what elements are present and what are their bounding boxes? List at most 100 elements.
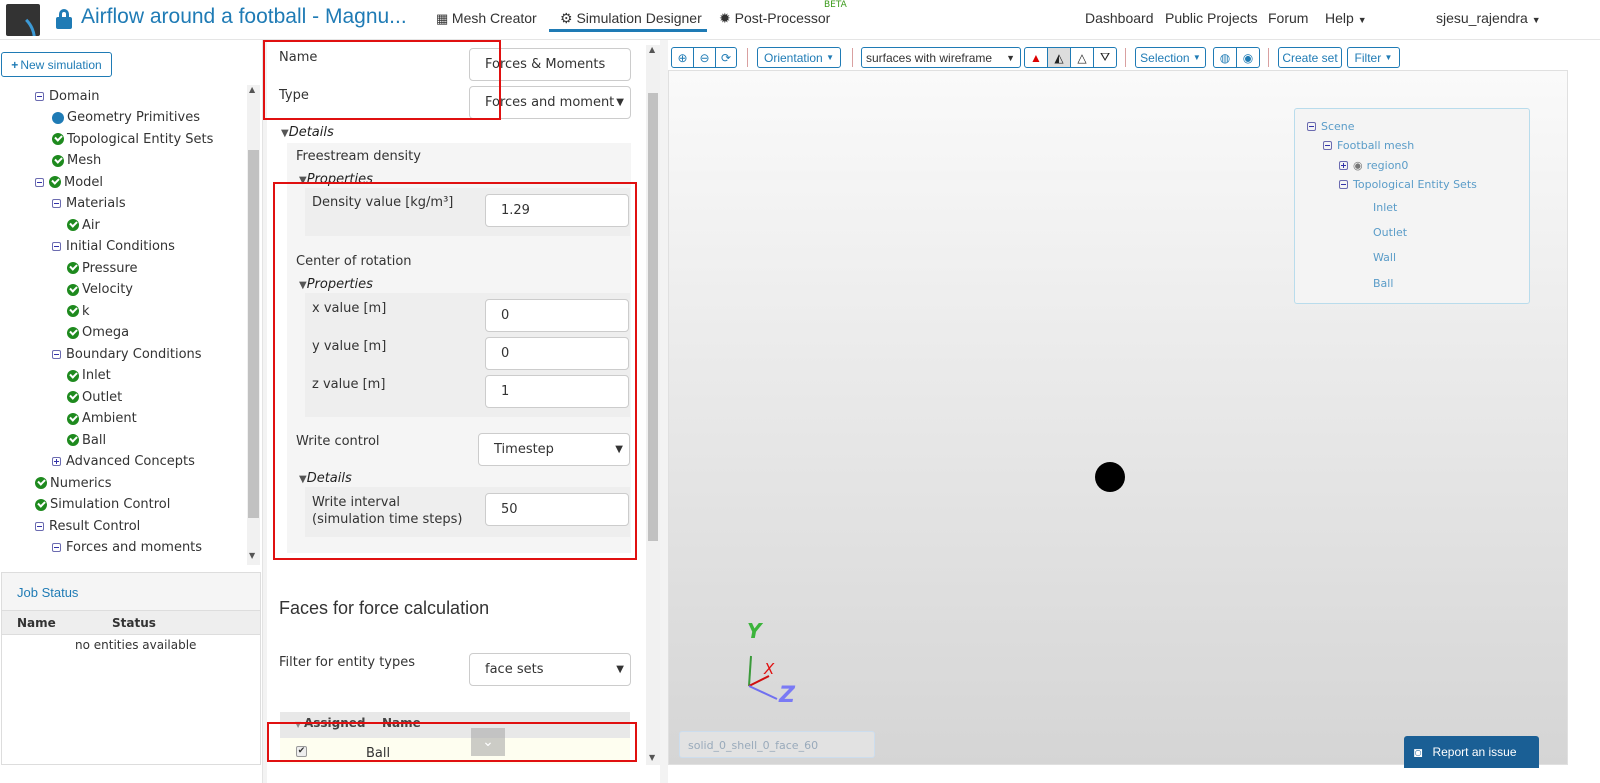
scene-region[interactable]: ◉ region0: [1339, 159, 1408, 172]
scene-set-item[interactable]: Wall: [1373, 251, 1396, 264]
tree-item[interactable]: Inlet: [67, 366, 111, 386]
tree-item[interactable]: Result Control: [35, 516, 140, 536]
football-mesh[interactable]: [1095, 462, 1125, 492]
collapse-icon[interactable]: [35, 521, 44, 531]
hide-icon[interactable]: ◍: [1213, 47, 1237, 68]
tree-item[interactable]: Pressure: [67, 258, 138, 278]
scroll-down-icon[interactable]: ▼: [249, 551, 255, 560]
caret-down-icon: ▼: [1006, 52, 1015, 63]
details-toggle[interactable]: ▼Details: [281, 125, 334, 140]
tree-item[interactable]: Model: [35, 172, 103, 192]
new-simulation-button[interactable]: + New simulation: [1, 52, 112, 77]
scroll-up-icon[interactable]: ▲: [249, 85, 255, 94]
scroll-up-icon[interactable]: ▲: [649, 45, 655, 54]
check-circle-icon: [67, 326, 79, 339]
collapse-icon[interactable]: [52, 543, 61, 552]
filter-select[interactable]: face sets: [469, 653, 631, 686]
selection-dropdown[interactable]: Selection ▼: [1135, 47, 1206, 68]
tree-item[interactable]: Omega: [67, 323, 129, 343]
zoom-in-icon[interactable]: ⊕: [671, 47, 694, 68]
nav-simulation-designer[interactable]: ⚙ Simulation Designer: [560, 10, 702, 27]
filter-dropdown[interactable]: Filter ▼: [1347, 47, 1400, 68]
scene-entity-sets[interactable]: Topological Entity Sets: [1339, 178, 1477, 191]
tree-item-label: Result Control: [49, 518, 141, 534]
render-mode-select[interactable]: surfaces with wireframe ▼: [861, 47, 1021, 68]
collapse-icon[interactable]: [52, 242, 61, 251]
app-logo[interactable]: [6, 4, 40, 36]
tree-item[interactable]: Forces and moments: [52, 538, 202, 558]
scene-root[interactable]: Scene: [1307, 120, 1355, 133]
tree-item[interactable]: Initial Conditions: [52, 237, 175, 257]
tree-item-label: Inlet: [82, 368, 111, 383]
form-scrollbar-thumb[interactable]: [648, 93, 658, 541]
tree-item[interactable]: Ambient: [67, 409, 137, 429]
nav-mesh-creator[interactable]: ▦ Mesh Creator: [436, 10, 537, 27]
tree-item[interactable]: Ball: [67, 430, 106, 450]
nav-help[interactable]: Help ▼: [1325, 10, 1367, 26]
status-dot-icon: [52, 111, 64, 124]
y-axis: [748, 655, 752, 687]
orientation-dropdown[interactable]: Orientation ▼: [757, 47, 841, 68]
right-splitter[interactable]: [660, 40, 668, 783]
collapse-icon[interactable]: [52, 349, 61, 359]
faces-heading: Faces for force calculation: [279, 598, 490, 618]
tree-scrollbar[interactable]: ▲ ▼: [247, 85, 260, 565]
expand-icon[interactable]: [1339, 161, 1348, 170]
tree-item[interactable]: Velocity: [67, 280, 133, 300]
eye-icon[interactable]: ◉: [1236, 47, 1260, 68]
beta-badge: BETA: [824, 0, 847, 10]
user-menu[interactable]: sjesu_rajendra ▼: [1436, 10, 1541, 26]
scene-mesh[interactable]: Football mesh: [1323, 139, 1414, 152]
tree-item[interactable]: Geometry Primitives: [52, 108, 200, 128]
refresh-icon[interactable]: ⟳: [715, 47, 737, 68]
solid-surface-icon[interactable]: ▲: [1024, 47, 1048, 68]
tree-item[interactable]: Numerics: [35, 473, 112, 493]
points-icon[interactable]: ⛛: [1093, 47, 1117, 68]
report-issue-button[interactable]: ◙ Report an issue: [1404, 736, 1539, 768]
scene-set-item[interactable]: Inlet: [1373, 201, 1397, 214]
create-set-button[interactable]: Create set: [1278, 47, 1342, 68]
tree-item-label: Ambient: [82, 411, 137, 426]
tree-item[interactable]: Boundary Conditions: [52, 344, 202, 364]
eye-icon[interactable]: ◉: [1353, 159, 1363, 172]
scene-set-item[interactable]: Outlet: [1373, 226, 1407, 239]
collapse-icon[interactable]: [35, 177, 44, 187]
collapse-icon[interactable]: [1307, 122, 1316, 131]
wireframe-icon[interactable]: △: [1070, 47, 1094, 68]
tree-scrollbar-thumb[interactable]: [248, 150, 259, 518]
tree-item[interactable]: Outlet: [67, 387, 122, 407]
surface-wireframe-icon[interactable]: ◭: [1047, 47, 1071, 68]
check-circle-icon: [67, 412, 79, 425]
tree-item-label: Materials: [66, 196, 126, 211]
form-scrollbar[interactable]: ▲ ▼: [646, 45, 660, 765]
collapse-icon[interactable]: [35, 91, 44, 101]
tree-item[interactable]: Air: [67, 215, 100, 235]
nav-dashboard[interactable]: Dashboard: [1085, 10, 1154, 26]
tree-item[interactable]: Simulation Control: [35, 495, 170, 515]
nav-forum[interactable]: Forum: [1268, 10, 1308, 26]
tree-item[interactable]: Domain: [35, 86, 99, 106]
tree-item[interactable]: Mesh: [52, 151, 101, 171]
collapse-icon[interactable]: [1339, 180, 1348, 189]
nav-post-processor[interactable]: ✹ Post-Processor: [719, 10, 830, 27]
tree-item[interactable]: Advanced Concepts: [52, 452, 195, 472]
nav-public-projects[interactable]: Public Projects: [1165, 10, 1258, 26]
top-navbar: Airflow around a football - Magnu... ▦ M…: [0, 0, 1600, 40]
tree-item[interactable]: Materials: [52, 194, 126, 214]
tree-item-label: Topological Entity Sets: [67, 131, 214, 147]
tree-item[interactable]: Topological Entity Sets: [52, 129, 213, 149]
triangle-down-icon: ▼: [281, 128, 289, 139]
zoom-out-icon[interactable]: ⊖: [693, 47, 716, 68]
job-col-name: Name: [17, 616, 56, 630]
hover-face-readout[interactable]: solid_0_shell_0_face_60: [679, 731, 875, 758]
project-title[interactable]: Airflow around a football - Magnu...: [81, 5, 407, 29]
expand-icon[interactable]: [52, 457, 61, 466]
scene-set-item[interactable]: Ball: [1373, 277, 1393, 290]
scroll-down-icon[interactable]: ▼: [649, 753, 655, 762]
collapse-icon[interactable]: [52, 199, 61, 208]
job-empty-message: no entities available: [75, 638, 197, 652]
collapse-icon[interactable]: [1323, 141, 1332, 150]
3d-viewport[interactable]: Scene Football mesh ◉ region0 Topological…: [668, 70, 1568, 765]
x-axis-label: X: [764, 660, 775, 678]
tree-item[interactable]: k: [67, 301, 90, 321]
